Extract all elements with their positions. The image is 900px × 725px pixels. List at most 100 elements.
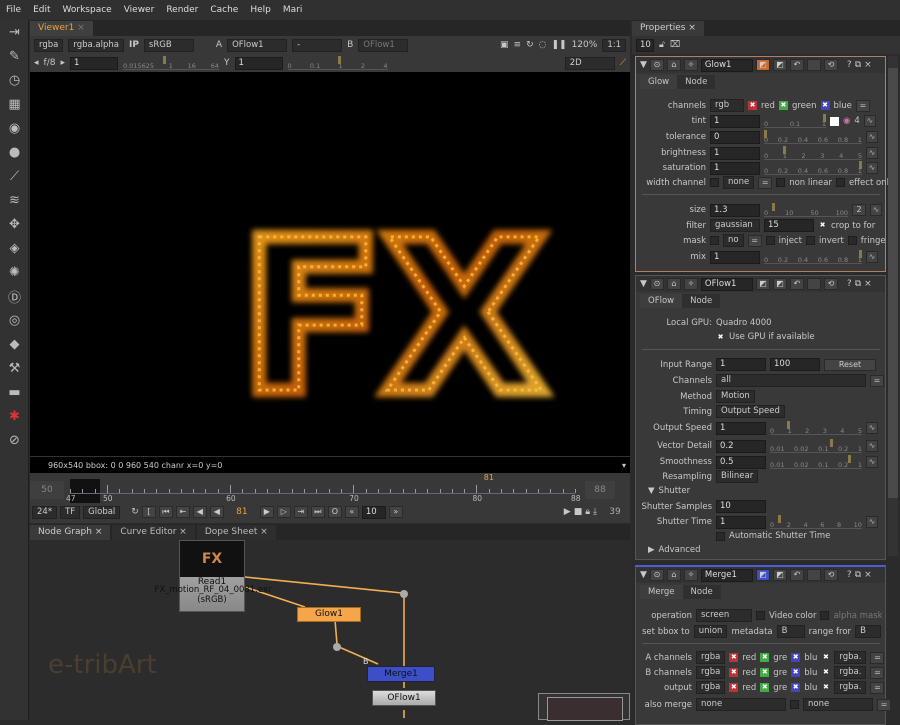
range-end-field[interactable]: 100 [770, 358, 820, 371]
brightness-field[interactable]: 1 [710, 146, 760, 160]
float-icon[interactable]: ⧉ [855, 279, 861, 289]
smoothness-slider[interactable]: 0.01 0.02 0.1 0.2 1 [770, 455, 862, 469]
gl-color-icon[interactable]: ◩ [772, 569, 787, 581]
oflow-node[interactable]: OFlow1 [372, 690, 436, 706]
keyer-icon[interactable]: ⟋ [0, 164, 29, 188]
flipbook-icon[interactable]: ▶ [564, 507, 571, 517]
close-icon[interactable]: × [864, 60, 872, 70]
blue-checkbox[interactable]: ✖ [820, 101, 830, 110]
saturation-field[interactable]: 1 [710, 161, 760, 175]
redo-icon[interactable] [806, 278, 821, 290]
reset-button[interactable]: Reset [824, 358, 876, 371]
metadata-dropdown[interactable]: B [776, 625, 805, 638]
output-speed-field[interactable]: 1 [716, 421, 766, 435]
red-checkbox[interactable]: ✖ [748, 101, 757, 110]
size-field[interactable]: 1.3 [710, 203, 760, 217]
tint-animation-icon[interactable]: ∿ [863, 115, 876, 127]
red-checkbox[interactable]: ✖ [729, 668, 739, 677]
alpha-checkbox[interactable]: ✖ [821, 668, 830, 677]
fstop-prev-icon[interactable]: ◂ [34, 58, 39, 68]
menu-file[interactable]: File [6, 5, 21, 15]
mix-slider[interactable]: 0 0.2 0.4 0.6 0.8 1 [764, 250, 862, 264]
inject-checkbox[interactable] [765, 236, 775, 245]
merge-node[interactable]: Merge1 (screen) [367, 666, 435, 682]
next-frame-button[interactable]: ▷ [276, 506, 291, 518]
help-icon[interactable]: ? [847, 279, 852, 289]
undo-icon[interactable]: ↶ [789, 59, 804, 71]
set-in-button[interactable]: [ [141, 506, 156, 518]
gl-color-icon[interactable]: ◩ [772, 59, 787, 71]
node-name-field[interactable]: Glow1 [700, 58, 753, 72]
tab-node[interactable]: Node [682, 585, 721, 599]
red-checkbox[interactable]: ✖ [729, 653, 739, 662]
max-panels-field[interactable]: 10 [636, 38, 654, 52]
minimap[interactable] [538, 693, 630, 721]
particles-icon[interactable]: ✺ [0, 260, 29, 284]
b-input-dropdown[interactable]: OFlow1 [358, 38, 409, 52]
properties-scrollbar[interactable] [888, 56, 898, 556]
width-link-button[interactable]: = [758, 176, 773, 189]
green-checkbox[interactable]: ✖ [778, 101, 788, 110]
redo-icon[interactable] [806, 569, 821, 581]
close-icon[interactable]: × [864, 570, 872, 580]
node-graph[interactable]: FX Read1 FX_motion_RF_04_0081.exr (sRGB)… [30, 540, 630, 721]
playhead[interactable]: 81 [484, 473, 494, 482]
float-icon[interactable]: ⧉ [855, 60, 861, 70]
end-frame-field[interactable]: 39 [600, 507, 630, 517]
menu-viewer[interactable]: Viewer [124, 5, 155, 15]
wrench-icon[interactable]: ✧ [683, 569, 698, 581]
shutter-expand-icon[interactable]: ▼ [648, 486, 655, 496]
close-icon[interactable]: × [864, 279, 872, 289]
scope-dropdown[interactable]: Global [83, 505, 121, 519]
invert-checkbox[interactable] [805, 236, 815, 245]
a-input-dropdown[interactable]: OFlow1 [227, 38, 288, 52]
fstop-next-icon[interactable]: ▸ [60, 58, 65, 68]
mix-field[interactable]: 1 [710, 250, 760, 264]
video-colorspace-checkbox[interactable] [756, 611, 765, 620]
menu-help[interactable]: Help [250, 5, 271, 15]
views-icon[interactable]: ◎ [0, 308, 29, 332]
tolerance-slider[interactable]: 0 0.2 0.4 0.6 0.8 1 [764, 130, 862, 144]
export-icon[interactable]: ⤓ [593, 507, 597, 517]
saturation-animation-icon[interactable]: ∿ [866, 162, 878, 174]
transform-icon[interactable]: ✥ [0, 212, 29, 236]
frame-slider[interactable]: 47 50 60 70 80 88 81 [66, 473, 581, 503]
zoom-dropdown[interactable]: 120% [572, 40, 598, 50]
help-icon[interactable]: ? [847, 60, 852, 70]
shutter-group-label[interactable]: Shutter [659, 486, 691, 496]
paint-icon[interactable]: ⟋ [620, 58, 626, 68]
range-dropdown[interactable]: B [855, 625, 882, 638]
output-speed-slider[interactable]: 0 1 2 3 4 5 [770, 421, 862, 435]
set-out-button[interactable]: O [327, 506, 342, 518]
also-link-button[interactable]: = [877, 698, 891, 711]
plugins-icon[interactable]: ⊘ [0, 428, 29, 452]
width-checkbox[interactable] [710, 178, 719, 187]
channel-dropdown[interactable]: rgba [696, 666, 726, 679]
blue-checkbox[interactable]: ✖ [791, 653, 801, 662]
channel-link-button[interactable]: = [870, 651, 885, 664]
alpha-channel-dropdown[interactable]: rgba. [834, 666, 867, 679]
tab-glow[interactable]: Glow [640, 75, 678, 89]
step-back-button[interactable]: « [344, 506, 359, 518]
undo-icon[interactable]: ↶ [789, 278, 804, 290]
tab-node[interactable]: Node [677, 75, 716, 89]
in-frame-field[interactable]: 50 [30, 481, 64, 499]
filter-dropdown[interactable]: gaussian [710, 219, 760, 232]
ip-button[interactable]: IP [129, 40, 139, 50]
alpha-checkbox[interactable]: ✖ [821, 653, 830, 662]
bbox-dropdown[interactable]: union [693, 625, 728, 638]
size-channel-count[interactable]: 2 [852, 204, 866, 216]
ratio-dropdown[interactable]: 1:1 [602, 38, 626, 52]
tab-dope-sheet[interactable]: Dope Sheet × [196, 525, 276, 540]
vector-detail-field[interactable]: 0.2 [716, 439, 766, 453]
undo-icon[interactable]: ↶ [789, 569, 804, 581]
green-checkbox[interactable]: ✖ [760, 668, 770, 677]
tab-properties[interactable]: Properties × [632, 21, 704, 36]
alpha-channel-dropdown[interactable]: rgba. [834, 651, 867, 664]
gain-field[interactable]: 1 [70, 56, 118, 70]
lock-icon[interactable]: 🔓︎ [659, 40, 665, 50]
tint-field[interactable]: 1 [710, 114, 760, 128]
loop-icon[interactable]: ↻ [131, 507, 139, 517]
help-icon[interactable]: ? [847, 570, 852, 580]
menu-edit[interactable]: Edit [33, 5, 50, 15]
